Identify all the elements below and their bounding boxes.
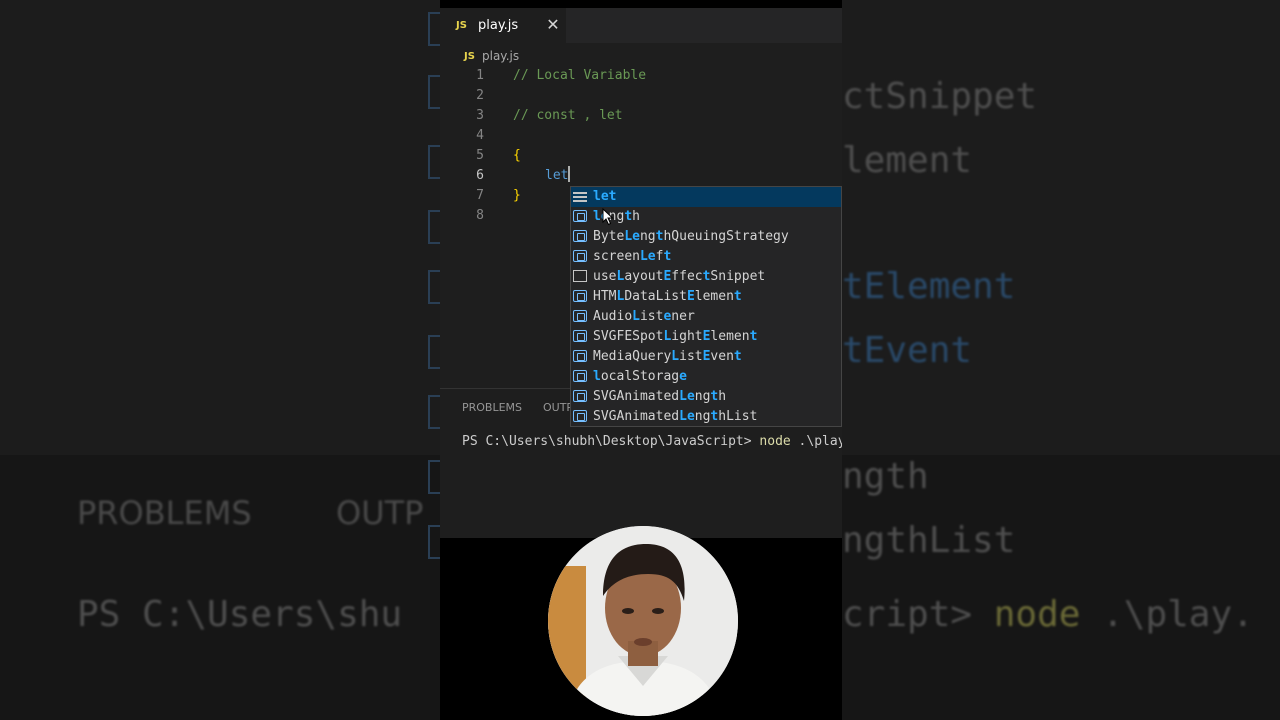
terminal-command: node: [759, 434, 791, 449]
background-line: ngthList: [842, 520, 1016, 561]
terminal-argument: .\play.: [798, 434, 842, 449]
background-line: tElement: [842, 266, 1016, 307]
suggestion-label: let: [593, 189, 617, 204]
line-number: 8: [476, 208, 484, 223]
tab-bar: JS play.js ✕: [440, 8, 842, 43]
javascript-file-icon: JS: [456, 20, 467, 31]
variable-icon: [573, 390, 587, 402]
tab-title: play.js: [478, 18, 519, 33]
variable-icon: [573, 210, 587, 222]
line-number: 2: [476, 88, 484, 103]
variable-icon: [573, 410, 587, 422]
line-number: 5: [476, 148, 484, 163]
background-line: tEvent: [842, 330, 973, 371]
typed-keyword: let: [545, 168, 569, 183]
variable-icon: [573, 230, 587, 242]
suggestion-item[interactable]: screenLeft: [571, 247, 841, 267]
javascript-file-icon: JS: [464, 50, 475, 62]
line-number: 1: [476, 68, 484, 83]
close-icon[interactable]: ✕: [544, 16, 562, 34]
variable-icon: [573, 370, 587, 382]
code-line: 4: [440, 126, 842, 146]
snippet-icon: [573, 270, 587, 282]
suggestion-item[interactable]: SVGFESpotLightElement: [571, 327, 841, 347]
suggestion-item[interactable]: SVGAnimatedLength: [571, 387, 841, 407]
variable-icon: [573, 330, 587, 342]
suggestion-item[interactable]: useLayoutEffectSnippet: [571, 267, 841, 287]
terminal-prompt: PS C:\Users\shubh\Desktop\JavaScript>: [462, 434, 760, 449]
line-number: 6: [476, 168, 484, 183]
suggestion-label: ByteLengthQueuingStrategy: [593, 229, 789, 244]
code-line: 5 {: [440, 146, 842, 166]
suggestion-label: AudioListener: [593, 309, 695, 324]
breadcrumb[interactable]: JS play.js: [464, 47, 519, 65]
suggestion-label: localStorage: [593, 369, 687, 384]
suggestion-item[interactable]: ByteLengthQueuingStrategy: [571, 227, 841, 247]
code-text: // const , let: [513, 108, 623, 123]
code-line: 1 // Local Variable: [440, 66, 842, 86]
presenter-image: [548, 526, 738, 716]
suggestion-item[interactable]: let: [571, 187, 841, 207]
suggestion-label: SVGAnimatedLength: [593, 389, 727, 404]
code-line-active: 6 let: [440, 166, 842, 186]
breadcrumb-label: play.js: [482, 49, 520, 63]
suggestion-item[interactable]: SVGAnimatedLengthList: [571, 407, 841, 426]
suggestion-item[interactable]: AudioListener: [571, 307, 841, 327]
background-terminal-left: PS C:\Users\shu: [77, 594, 403, 635]
variable-icon: [573, 250, 587, 262]
suggestion-label: length: [593, 209, 640, 224]
code-text: // Local Variable: [513, 68, 647, 83]
line-number: 7: [476, 188, 484, 203]
code-line: 2: [440, 86, 842, 106]
background-terminal-right: cript> node .\play.: [842, 594, 1254, 635]
variable-icon: [573, 310, 587, 322]
suggestion-item[interactable]: localStorage: [571, 367, 841, 387]
line-number: 4: [476, 128, 484, 143]
line-number: 3: [476, 108, 484, 123]
webcam-video: [548, 526, 738, 716]
tab-play-js[interactable]: JS play.js ✕: [440, 8, 566, 43]
code-line: 3 // const , let: [440, 106, 842, 126]
terminal-line[interactable]: PS C:\Users\shubh\Desktop\JavaScript> no…: [462, 434, 842, 449]
suggestion-item[interactable]: MediaQueryListEvent: [571, 347, 841, 367]
tab-problems[interactable]: PROBLEMS: [462, 401, 522, 414]
background-line: lement: [842, 140, 973, 181]
keyword-icon: [573, 190, 587, 202]
suggestion-label: SVGFESpotLightElement: [593, 329, 758, 344]
background-line: ngth: [842, 456, 929, 497]
code-text: let: [545, 166, 571, 186]
suggestion-label: HTMLDataListElement: [593, 289, 742, 304]
suggestion-label: screenLeft: [593, 249, 672, 264]
variable-icon: [573, 290, 587, 302]
tab-output[interactable]: OUTP: [543, 401, 573, 414]
code-text: {: [513, 148, 521, 163]
suggestion-label: SVGAnimatedLengthList: [593, 409, 758, 424]
suggestion-label: useLayoutEffectSnippet: [593, 269, 766, 284]
background-output-tab: OUTP: [336, 494, 424, 532]
text-cursor: [568, 166, 571, 182]
suggestion-label: MediaQueryListEvent: [593, 349, 742, 364]
suggestion-item[interactable]: HTMLDataListElement: [571, 287, 841, 307]
code-text: }: [513, 188, 521, 203]
background-problems-tab: PROBLEMS: [77, 494, 252, 532]
variable-icon: [573, 350, 587, 362]
mouse-pointer-icon: [602, 208, 614, 226]
background-line: ctSnippet: [842, 76, 1038, 117]
